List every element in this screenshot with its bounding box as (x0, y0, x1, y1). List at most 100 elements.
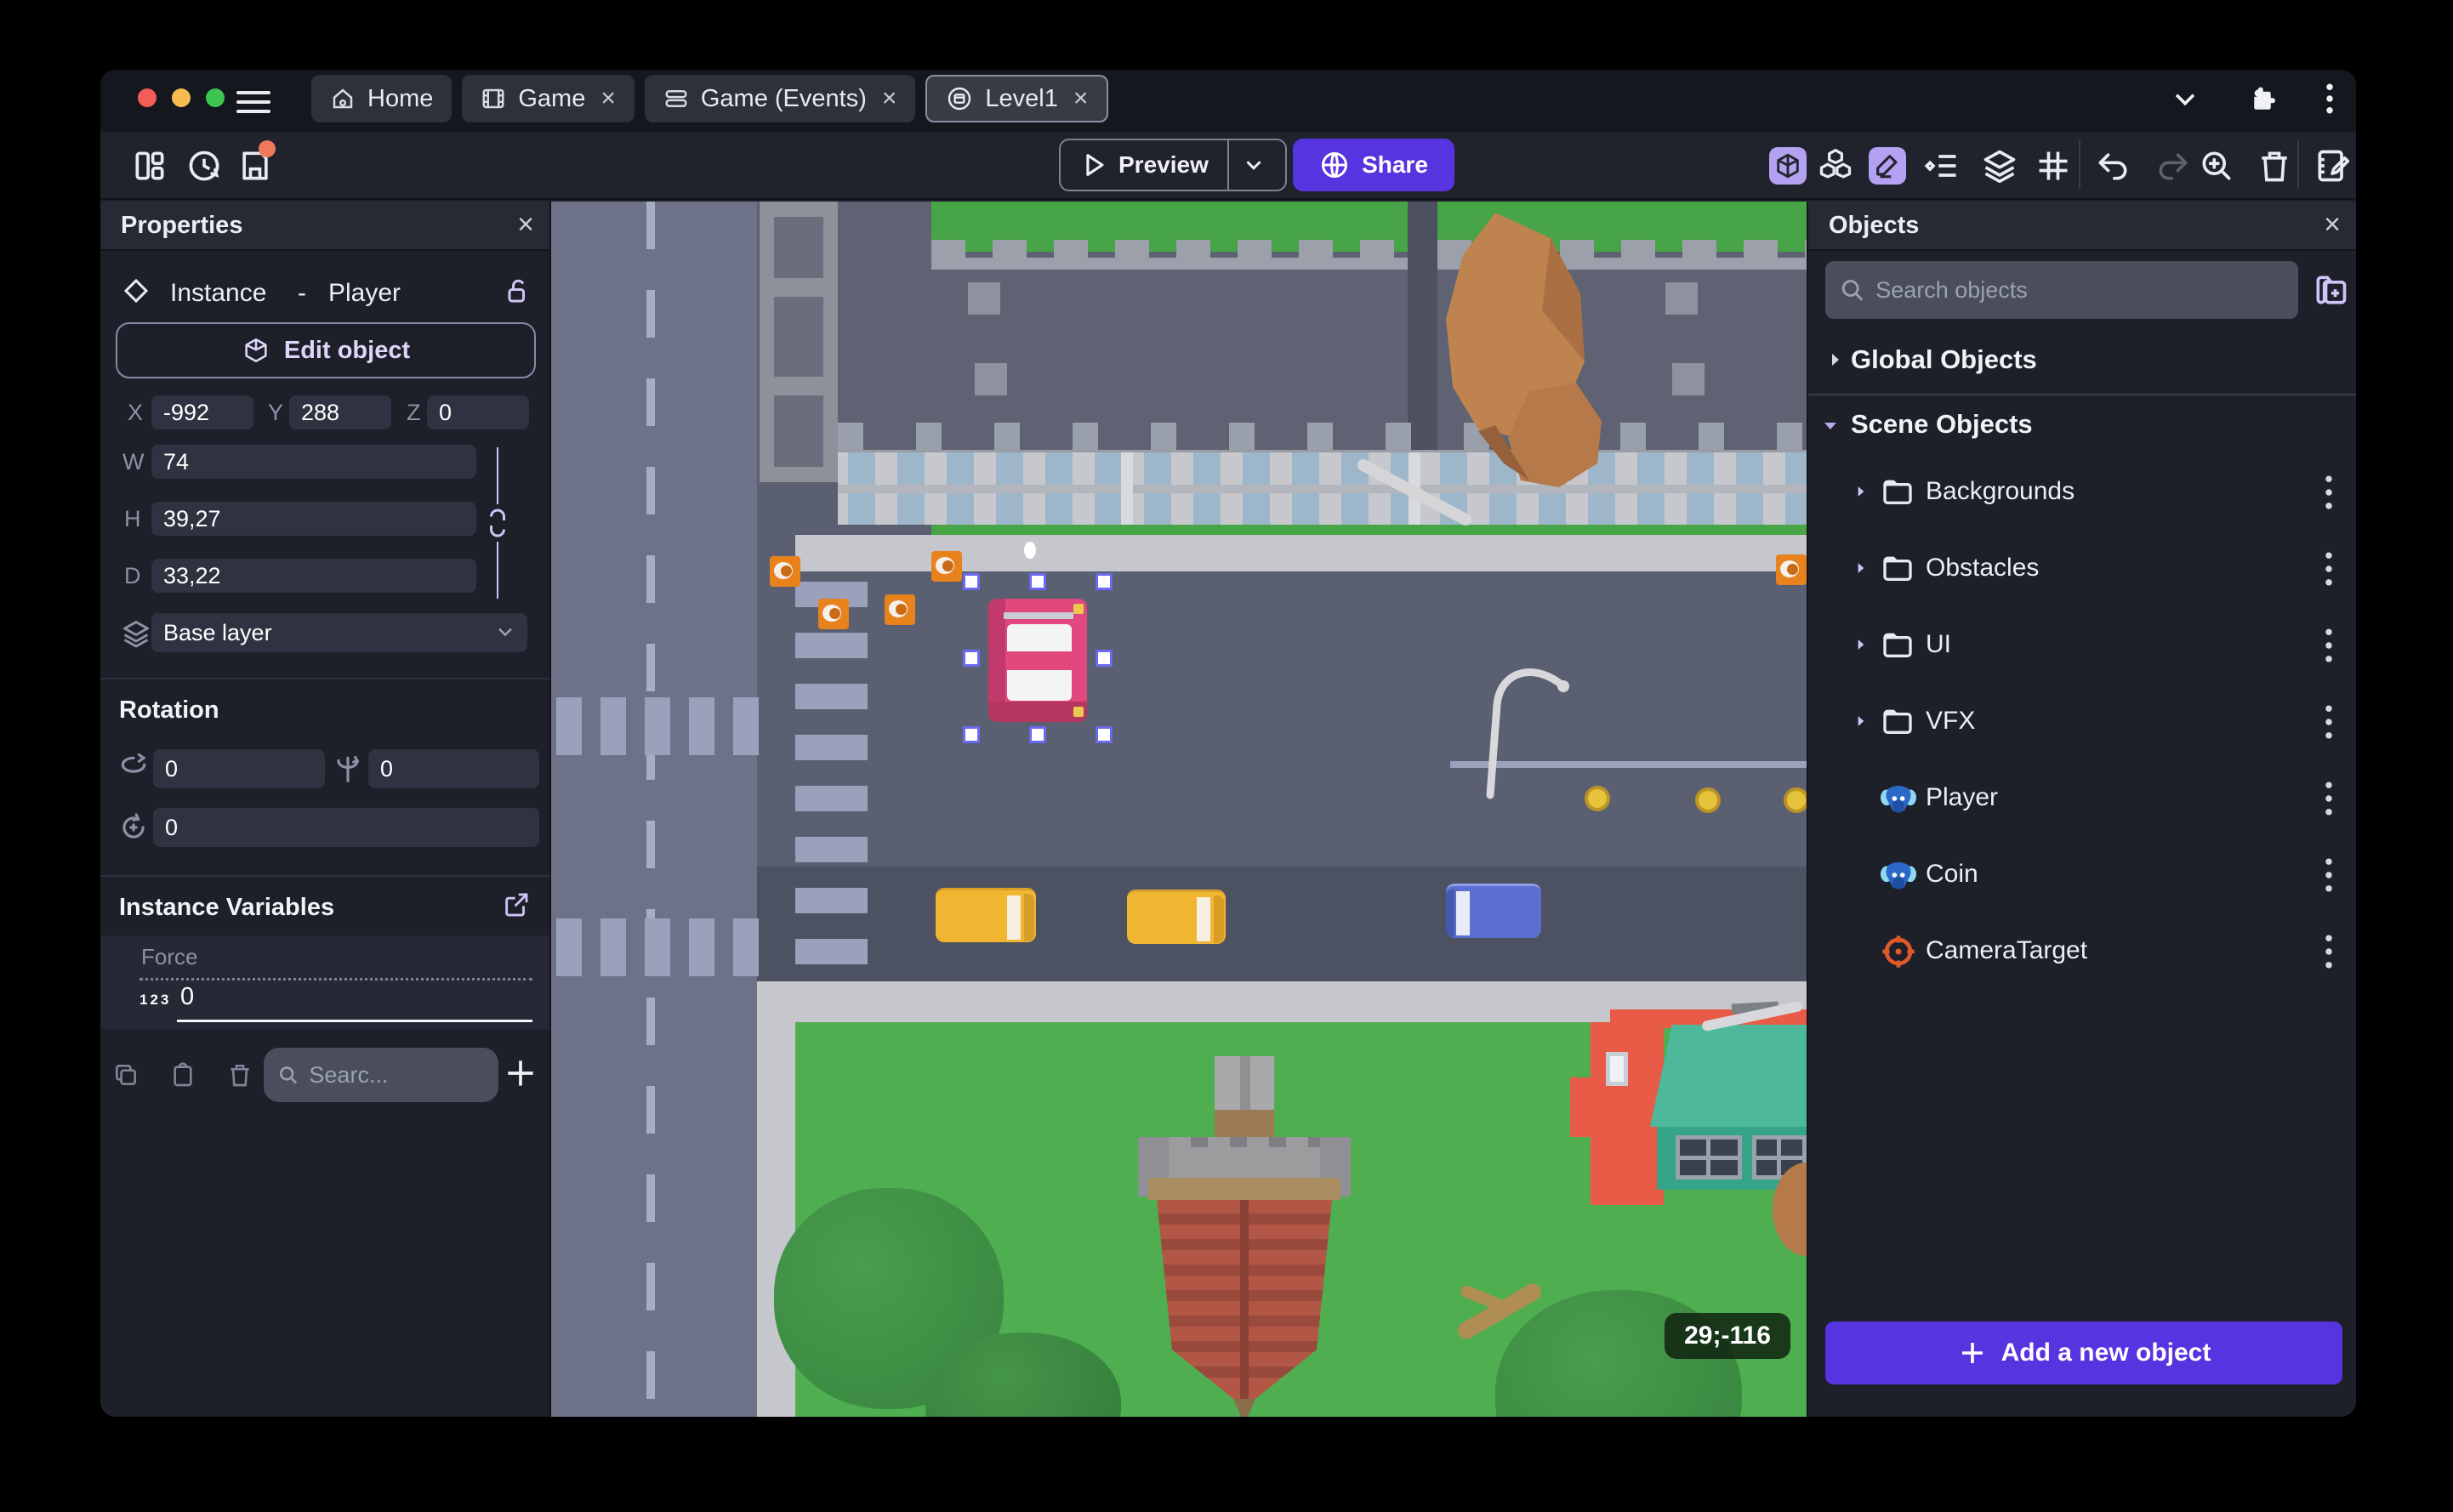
kebab-menu-icon[interactable] (2324, 855, 2336, 895)
add-folder-icon[interactable] (2312, 271, 2349, 309)
kebab-menu-icon[interactable] (2324, 702, 2336, 742)
brick-tower-building[interactable] (1113, 1052, 1376, 1417)
chevron-right-icon[interactable] (1853, 560, 1870, 577)
yellow-car[interactable] (1127, 890, 1226, 944)
share-button[interactable]: Share (1293, 139, 1454, 191)
selection-handle[interactable] (1096, 573, 1113, 590)
w-field[interactable] (151, 445, 476, 479)
blue-car[interactable] (1446, 884, 1541, 938)
object-row-coin[interactable]: Coin (1808, 837, 2356, 913)
h-field[interactable] (151, 502, 476, 536)
window-zoom-button[interactable] (206, 88, 225, 107)
close-icon[interactable]: × (517, 208, 534, 242)
selection-handle[interactable] (963, 650, 980, 667)
selection-handle[interactable] (1029, 726, 1046, 743)
variable-value[interactable]: 0 (180, 983, 194, 1011)
folder-row-backgrounds[interactable]: Backgrounds (1808, 454, 2356, 531)
layers-icon[interactable] (1981, 147, 2018, 185)
link-dimensions-icon[interactable] (486, 504, 509, 542)
selection-handle[interactable] (1096, 650, 1113, 667)
traffic-cone[interactable] (770, 556, 800, 587)
rotation-z-field[interactable] (153, 808, 539, 847)
selection-handle[interactable] (1096, 726, 1113, 743)
grid-icon[interactable] (2035, 147, 2072, 185)
objects-search-input[interactable] (1875, 276, 2285, 304)
layout-panels-icon[interactable] (131, 147, 168, 185)
trash-icon[interactable] (2256, 147, 2293, 185)
scene-objects-row[interactable]: Scene Objects (1808, 404, 2356, 446)
selection-rotation-handle[interactable] (1024, 542, 1036, 559)
x-field[interactable] (151, 395, 253, 429)
window-close-button[interactable] (138, 88, 157, 107)
unlock-icon[interactable] (502, 276, 532, 306)
extension-icon[interactable] (2247, 83, 2278, 114)
building-roof[interactable] (931, 252, 1408, 450)
scene-notes-edit-icon[interactable] (2314, 147, 2351, 185)
toggle-3d-view-icon[interactable] (1769, 147, 1807, 185)
redo-icon[interactable] (2154, 147, 2192, 185)
selected-player-car[interactable] (988, 599, 1087, 722)
selection-handle[interactable] (963, 573, 980, 590)
global-objects-row[interactable]: Global Objects (1808, 339, 2356, 382)
chevron-right-icon[interactable] (1853, 483, 1870, 500)
trash-icon[interactable] (226, 1061, 253, 1089)
coin[interactable] (1695, 787, 1721, 813)
tab-close-icon[interactable]: × (882, 86, 897, 111)
kebab-menu-icon[interactable] (2324, 549, 2336, 588)
kebab-menu-icon[interactable] (2324, 473, 2336, 512)
tab-game[interactable]: Game × (462, 75, 635, 122)
zoom-in-icon[interactable] (2198, 147, 2235, 185)
house[interactable] (1570, 1001, 1807, 1205)
selection-handle[interactable] (1029, 573, 1046, 590)
undo-icon[interactable] (2094, 147, 2131, 185)
edit-mode-pencil-icon[interactable] (1869, 147, 1906, 185)
tab-home[interactable]: Home (311, 75, 452, 122)
selection-handle[interactable] (963, 726, 980, 743)
yellow-car[interactable] (936, 888, 1036, 942)
traffic-cone[interactable] (818, 599, 849, 629)
tab-game-events[interactable]: Game (Events) × (644, 75, 916, 122)
tab-close-icon[interactable]: × (1073, 86, 1089, 111)
kebab-menu-icon[interactable] (2325, 82, 2334, 116)
kebab-menu-icon[interactable] (2324, 932, 2336, 971)
kebab-menu-icon[interactable] (2324, 779, 2336, 818)
traffic-cone[interactable] (931, 551, 962, 582)
preview-options-chevron-icon[interactable] (1241, 152, 1266, 178)
menu-icon[interactable] (236, 85, 270, 116)
d-field[interactable] (151, 559, 476, 593)
paste-icon[interactable] (169, 1061, 196, 1089)
tab-level1[interactable]: Level1 × (925, 75, 1109, 122)
rotation-y-field[interactable] (368, 749, 539, 788)
history-icon[interactable] (185, 147, 223, 185)
parapet-tower[interactable] (760, 202, 838, 482)
window-minimize-button[interactable] (172, 88, 191, 107)
save-icon[interactable] (236, 140, 276, 185)
layer-select[interactable]: Base layer (151, 613, 527, 652)
coin[interactable] (1585, 786, 1610, 811)
add-new-object-button[interactable]: Add a new object (1825, 1322, 2342, 1384)
open-variables-icon[interactable] (502, 890, 531, 919)
copy-icon[interactable] (112, 1061, 139, 1089)
instances-list-icon[interactable] (1923, 147, 1961, 185)
z-field[interactable] (427, 395, 529, 429)
building-roof[interactable] (838, 202, 931, 450)
traffic-cone[interactable] (885, 594, 915, 625)
orange-tree[interactable] (1368, 208, 1623, 497)
tab-close-icon[interactable]: × (600, 86, 616, 111)
rotation-x-field[interactable] (153, 749, 325, 788)
variables-search-input[interactable] (309, 1061, 485, 1089)
lamppost[interactable] (1468, 661, 1579, 805)
add-variable-icon[interactable] (502, 1054, 539, 1092)
objects-cubes-icon[interactable] (1817, 147, 1854, 185)
chevron-down-icon[interactable] (2171, 84, 2200, 113)
preview-button[interactable]: Preview (1059, 139, 1287, 191)
folder-row-obstacles[interactable]: Obstacles (1808, 531, 2356, 607)
object-row-player[interactable]: Player (1808, 760, 2356, 837)
coin[interactable] (1784, 787, 1807, 813)
traffic-cone[interactable] (1776, 554, 1807, 585)
variable-row[interactable]: Force 123 0 (100, 935, 549, 1029)
variables-search[interactable] (264, 1048, 498, 1102)
y-field[interactable] (289, 395, 391, 429)
scene-canvas[interactable]: 29;-116 (551, 202, 1807, 1417)
kebab-menu-icon[interactable] (2324, 626, 2336, 665)
